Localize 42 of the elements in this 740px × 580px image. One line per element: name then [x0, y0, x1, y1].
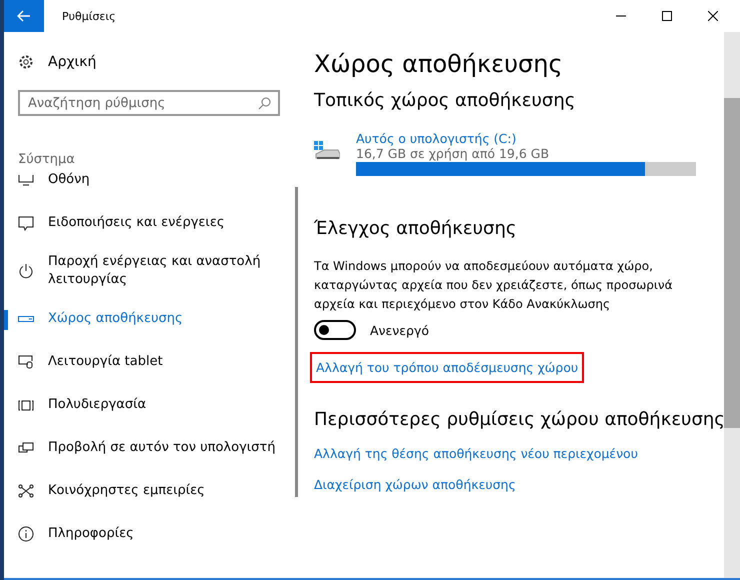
home-link[interactable]: Αρχική [48, 54, 96, 70]
scrollbar[interactable] [295, 187, 298, 497]
monitor-icon [18, 174, 34, 186]
toggle-label: Ανενεργό [370, 322, 430, 338]
section-heading: Έλεγχος αποθήκευσης [314, 218, 518, 239]
drive-link[interactable]: Αυτός ο υπολογιστής (C:) [356, 131, 696, 146]
drive-icon [18, 316, 34, 322]
description-text: Τα Windows μπορούν να αποδεσμεύουν αυτόματα χώρο, καταργώντας αρχεία που δεν χρειάζεστε, όπως προσωρινά αρχεία και περιεχόμενο στον Κάδο Ανακύκλωσης [314, 258, 674, 313]
shared-icon [18, 484, 34, 498]
window-frames-icon [18, 400, 34, 410]
usage-text: 16,7 GB σε χρήση από 19,6 GB [356, 146, 550, 161]
search-field[interactable]: Αναζήτηση ρύθμισης [18, 90, 280, 116]
scrollbar[interactable] [724, 32, 740, 578]
sidebar-item[interactable]: Πολυδιεργασία [18, 392, 278, 418]
info-icon [18, 526, 34, 542]
sidebar-item[interactable]: Παροχή ενέργειας και αναστολή λειτουργίας [18, 253, 278, 289]
toggle-switch[interactable] [314, 320, 356, 340]
maximize-icon[interactable] [662, 11, 672, 21]
settings-link[interactable]: Αλλαγή της θέσης αποθήκευσης νέου περιεχομένου [314, 446, 638, 461]
page-title: Χώρος αποθήκευσης [314, 50, 564, 78]
settings-link[interactable]: Αλλαγή του τρόπου αποδέσμευσης χώρου [310, 352, 584, 383]
sidebar-item[interactable]: Ειδοποιήσεις και ενέργειες [18, 210, 278, 236]
speech-bubble-icon [18, 216, 34, 230]
section-heading: Περισσότερες ρυθμίσεις χώρου αποθήκευσης [314, 409, 726, 430]
close-icon[interactable] [708, 11, 718, 21]
search-icon [258, 97, 271, 110]
section-heading: Τοπικός χώρος αποθήκευσης [314, 90, 576, 111]
sidebar-item[interactable]: Οθόνη [18, 167, 278, 193]
tablet-icon [18, 355, 34, 369]
screens-icon [18, 442, 34, 454]
drive-icon [314, 141, 340, 161]
section-label: Σύστημα [18, 152, 76, 167]
power-icon [18, 263, 34, 279]
sidebar-item[interactable]: Πληροφορίες [18, 521, 278, 547]
back-arrow-icon [17, 10, 31, 22]
settings-link[interactable]: Διαχείριση χώρων αποθήκευσης [314, 477, 516, 492]
gear-icon [18, 54, 34, 70]
sidebar-item[interactable]: Κοινόχρηστες εμπειρίες [18, 478, 278, 504]
sidebar-item[interactable]: Προβολή σε αυτόν τον υπολογιστή [18, 435, 278, 461]
sidebar-item[interactable]: Λειτουργία tablet [18, 349, 278, 375]
window-title: Ρυθμίσεις [62, 10, 117, 22]
back-button[interactable] [4, 0, 44, 32]
